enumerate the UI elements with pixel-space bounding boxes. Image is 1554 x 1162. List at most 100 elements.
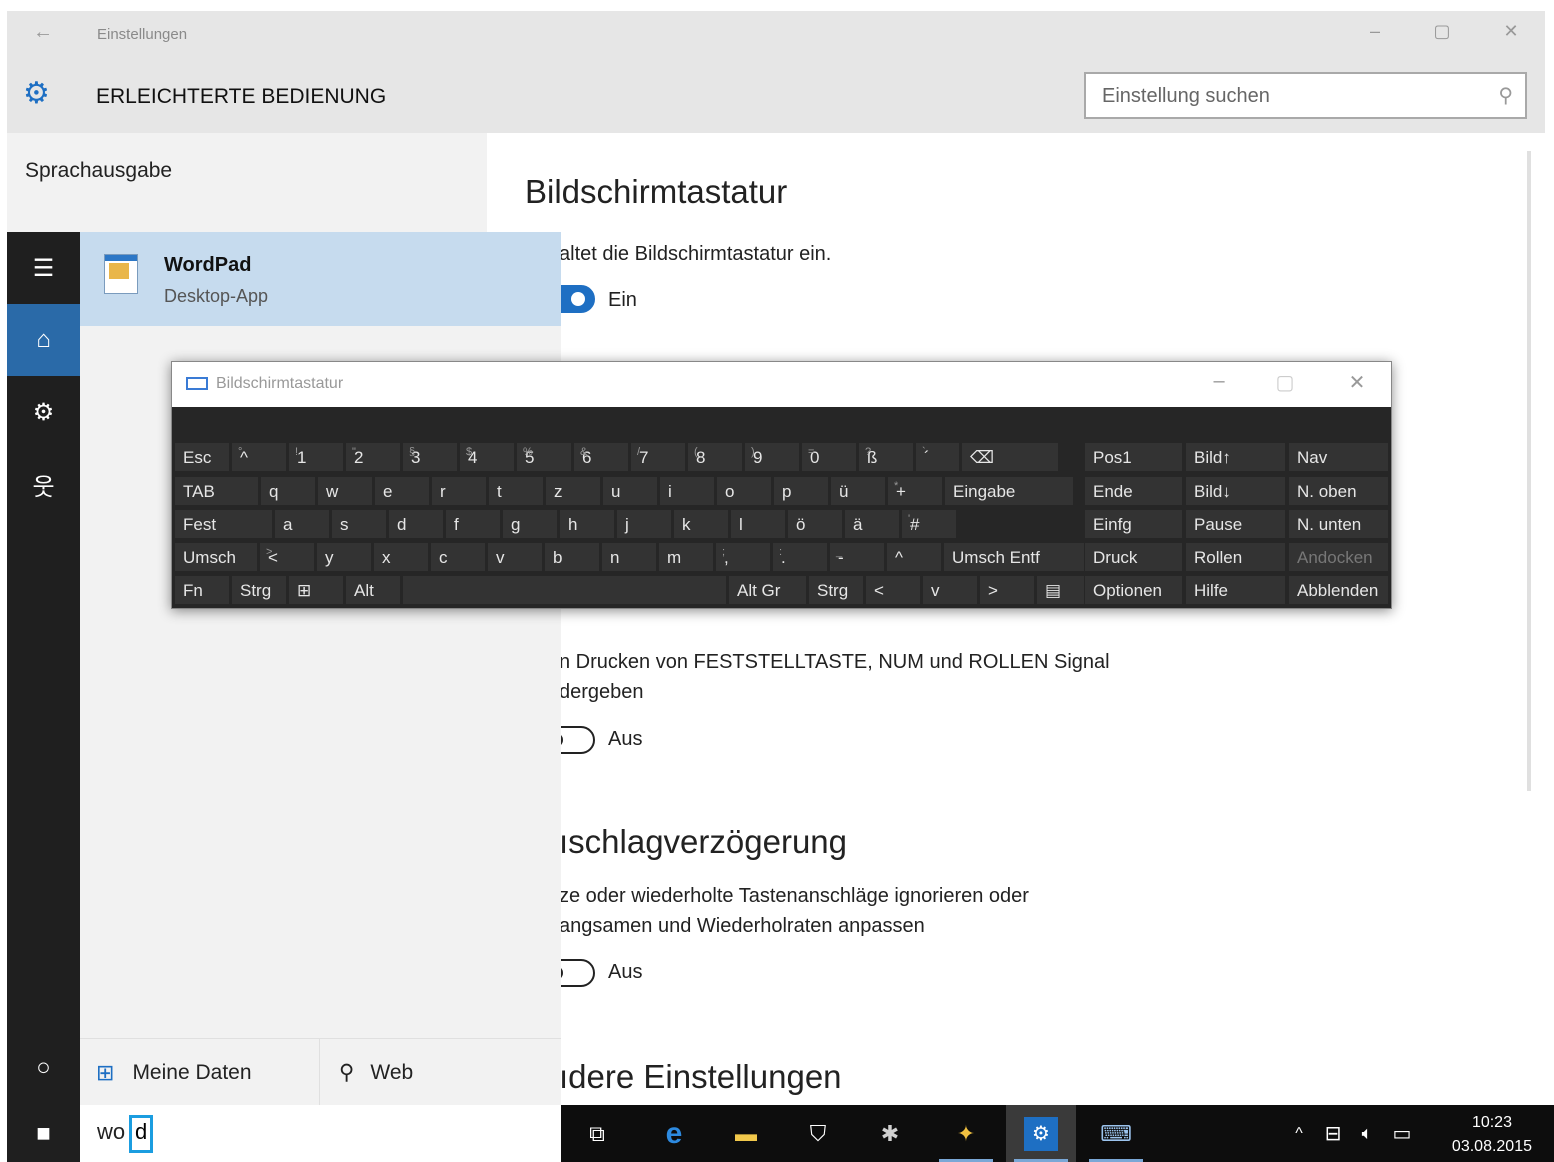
osk-key[interactable]: q bbox=[260, 476, 316, 506]
osk-maximize-button[interactable]: ▢ bbox=[1270, 370, 1300, 395]
osk-key[interactable]: n bbox=[601, 542, 657, 572]
osk-side-key[interactable]: Pause bbox=[1185, 509, 1286, 539]
osk-app-icon[interactable]: ⌨ bbox=[1081, 1105, 1151, 1162]
osk-key[interactable]: a bbox=[274, 509, 330, 539]
osk-key[interactable]: Umsch Entf bbox=[943, 542, 1087, 572]
osk-side-key[interactable]: Abblenden bbox=[1288, 575, 1389, 605]
settings-app-icon[interactable]: ⚙ bbox=[1006, 1105, 1076, 1162]
osk-key[interactable]: j bbox=[616, 509, 672, 539]
task-view-icon[interactable]: ⧉ bbox=[571, 1105, 623, 1162]
notifications-icon[interactable]: ▭ bbox=[1386, 1105, 1418, 1162]
osk-key[interactable]: ä bbox=[844, 509, 900, 539]
osk-key[interactable]: $4 bbox=[459, 442, 515, 472]
osk-key[interactable]: z bbox=[545, 476, 601, 506]
osk-key[interactable]: h bbox=[559, 509, 615, 539]
network-icon[interactable]: ⊟ bbox=[1317, 1105, 1349, 1162]
osk-key[interactable]: ! 1 bbox=[288, 442, 344, 472]
chevron-up-icon[interactable]: ^ bbox=[1287, 1105, 1311, 1162]
osk-key[interactable]: & 6 bbox=[573, 442, 629, 472]
osk-key[interactable]: d bbox=[388, 509, 444, 539]
search-result-wordpad[interactable]: WordPad Desktop-App bbox=[80, 232, 561, 326]
osk-key[interactable]: ) 9 bbox=[744, 442, 800, 472]
osk-side-key[interactable]: Ende bbox=[1084, 476, 1183, 506]
osk-key[interactable]: < bbox=[865, 575, 921, 605]
osk-key[interactable]: _ - bbox=[829, 542, 885, 572]
osk-key[interactable]: g bbox=[502, 509, 558, 539]
close-button[interactable]: ✕ bbox=[1496, 21, 1526, 42]
osk-key[interactable]: % 5 bbox=[516, 442, 572, 472]
cortana-circle-icon[interactable]: ○ bbox=[7, 1032, 80, 1104]
osk-key[interactable]: s bbox=[331, 509, 387, 539]
osk-side-key[interactable]: Optionen bbox=[1084, 575, 1183, 605]
osk-side-key[interactable]: Einfg bbox=[1084, 509, 1183, 539]
osk-key[interactable]: (8 bbox=[687, 442, 743, 472]
osk-key[interactable]: f bbox=[445, 509, 501, 539]
tab-my-data[interactable]: ⊞ Meine Daten bbox=[80, 1039, 320, 1106]
osk-side-key[interactable]: Pos1 bbox=[1084, 442, 1183, 472]
osk-key[interactable]: ;, bbox=[715, 542, 771, 572]
tab-web[interactable]: ⚲ Web bbox=[321, 1039, 561, 1106]
osk-side-key[interactable]: Bild↑ bbox=[1185, 442, 1286, 472]
osk-close-button[interactable]: ✕ bbox=[1342, 370, 1372, 395]
osk-key[interactable]: ⊞ bbox=[288, 575, 344, 605]
osk-key[interactable]: v bbox=[487, 542, 543, 572]
osk-key[interactable]: v bbox=[922, 575, 978, 605]
osk-key[interactable]: y bbox=[316, 542, 372, 572]
osk-key[interactable]: p bbox=[773, 476, 829, 506]
osk-key[interactable]: ü bbox=[830, 476, 886, 506]
maximize-button[interactable]: ▢ bbox=[1427, 21, 1457, 42]
back-arrow-icon[interactable]: ← bbox=[33, 21, 53, 44]
app-icon-2[interactable]: ✦ bbox=[931, 1105, 1001, 1162]
osk-key[interactable]: Esc bbox=[174, 442, 230, 472]
osk-key[interactable]: o bbox=[716, 476, 772, 506]
osk-key[interactable]: m bbox=[658, 542, 714, 572]
osk-key[interactable]: ° ^ bbox=[231, 442, 287, 472]
osk-key[interactable]: Fest bbox=[174, 509, 273, 539]
feedback-person-icon[interactable]: 웃 bbox=[7, 448, 80, 520]
clock[interactable]: 10:23 03.08.2015 bbox=[1452, 1111, 1532, 1159]
osk-key[interactable]: Fn bbox=[174, 575, 230, 605]
osk-side-key[interactable]: Rollen bbox=[1185, 542, 1286, 572]
osk-key[interactable]: ` ´ bbox=[915, 442, 960, 472]
osk-key[interactable]: * + bbox=[887, 476, 943, 506]
osk-key[interactable]: Alt bbox=[345, 575, 401, 605]
osk-key[interactable]: i bbox=[659, 476, 715, 506]
osk-key[interactable]: u bbox=[602, 476, 658, 506]
osk-key[interactable]: ? ß bbox=[858, 442, 914, 472]
osk-key[interactable]: > < bbox=[259, 542, 315, 572]
osk-key[interactable]: t bbox=[488, 476, 544, 506]
osk-key[interactable]: x bbox=[373, 542, 429, 572]
taskbar-search-input[interactable]: wo d bbox=[80, 1105, 561, 1162]
osk-key[interactable]: ' # bbox=[901, 509, 957, 539]
windows-start-icon[interactable]: ■ bbox=[7, 1105, 80, 1162]
file-explorer-icon[interactable]: ▬ bbox=[715, 1105, 777, 1162]
osk-key[interactable] bbox=[402, 575, 727, 605]
osk-side-key[interactable]: Bild↓ bbox=[1185, 476, 1286, 506]
settings-gear-icon[interactable]: ⚙ bbox=[7, 376, 80, 448]
home-icon[interactable]: ⌂ bbox=[7, 304, 80, 376]
osk-side-key[interactable]: Druck bbox=[1084, 542, 1183, 572]
osk-key[interactable]: ö bbox=[787, 509, 843, 539]
osk-side-key[interactable]: N. oben bbox=[1288, 476, 1389, 506]
hamburger-menu-icon[interactable]: ☰ bbox=[7, 232, 80, 304]
osk-key[interactable]: r bbox=[431, 476, 487, 506]
osk-key[interactable]: ^ bbox=[886, 542, 942, 572]
osk-key[interactable]: l bbox=[730, 509, 786, 539]
osk-key[interactable]: k bbox=[673, 509, 729, 539]
osk-key[interactable]: TAB bbox=[174, 476, 259, 506]
osk-key[interactable]: c bbox=[430, 542, 486, 572]
osk-key[interactable]: Strg bbox=[231, 575, 287, 605]
app-icon-1[interactable]: ✱ bbox=[859, 1105, 921, 1162]
edge-browser-icon[interactable]: e bbox=[643, 1105, 705, 1162]
osk-minimize-button[interactable]: – bbox=[1204, 370, 1234, 393]
osk-key[interactable]: = 0 bbox=[801, 442, 857, 472]
osk-key[interactable]: b bbox=[544, 542, 600, 572]
osk-key[interactable]: Strg bbox=[808, 575, 864, 605]
osk-side-key[interactable]: N. unten bbox=[1288, 509, 1389, 539]
osk-key[interactable]: " 2 bbox=[345, 442, 401, 472]
osk-key[interactable]: > bbox=[979, 575, 1035, 605]
osk-key[interactable]: § 3 bbox=[402, 442, 458, 472]
minimize-button[interactable]: – bbox=[1360, 21, 1390, 42]
osk-side-key[interactable]: Nav bbox=[1288, 442, 1389, 472]
settings-search-input[interactable]: Einstellung suchen ⚲ bbox=[1084, 72, 1527, 119]
